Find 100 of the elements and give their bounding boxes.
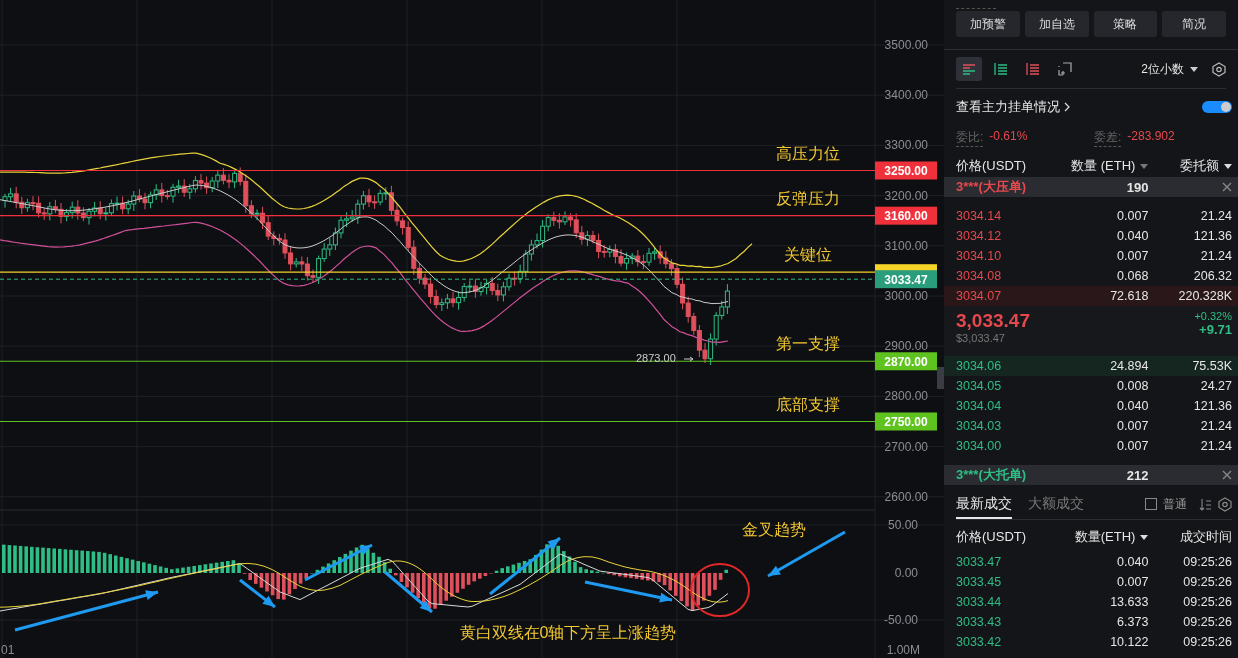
action-button[interactable]: 加自选 [1024,11,1089,37]
order-price: 3034.06 [956,359,1003,373]
trade-time: 09:25:26 [1182,635,1232,649]
order-amount: 121.36 [1192,229,1232,243]
level-note: 底部支撑 [776,395,840,413]
trade-quantity: 13.633 [1109,595,1149,609]
large-order-label: 3***(大托单) [956,466,1028,484]
change-percent: +0.32% [1194,310,1232,322]
trade-quantity: 0.040 [1116,555,1149,569]
stat-value: -283.902 [1127,129,1175,145]
order-amount: 24.27 [1199,379,1232,393]
low-price-label: 2873.00 [636,352,676,364]
order-row[interactable]: 3034.05 0.008 24.27 [944,376,1238,396]
order-amount: 206.32 [1192,269,1232,283]
main-orders-link[interactable]: 查看主力挂单情况 [956,98,1060,116]
decimals-dropdown[interactable]: 2位小数 [1141,60,1184,78]
stat-value: -0.61% [989,129,1028,145]
order-price: 3034.14 [956,209,1003,223]
order-row[interactable]: 3034.03 0.007 21.24 [944,416,1238,436]
axis-label: 2900.00 [884,339,928,354]
order-price: 3034.05 [956,379,1003,393]
order-quantity: 0.007 [1116,419,1149,433]
axis-label: 1.00M [886,643,920,657]
large-order-label: 3***(大压单) [956,178,1028,196]
trade-price: 3033.47 [956,555,1003,569]
order-quantity: 0.068 [1116,269,1149,283]
order-amount: 121.36 [1192,399,1232,413]
axis-label: 2700.00 [884,439,928,454]
order-row[interactable]: 3034.07 72.618 220.328K [944,286,1238,306]
axis-label: 3500.00 [884,38,928,52]
large-order-quantity: 212 [1125,467,1149,483]
order-row[interactable]: 3034.08 0.068 206.32 [944,266,1238,286]
level-note: 关键位 [784,246,832,264]
order-row[interactable]: 3034.06 24.894 75.53K [944,356,1238,376]
order-row[interactable]: 3034.00 0.007 21.24 [944,436,1238,456]
axis-label: 3000.00 [884,289,928,303]
trade-quantity: 6.373 [1116,615,1149,629]
trade-price: 3033.44 [956,595,1003,609]
order-quantity: 24.894 [1109,359,1149,373]
level-note: 反弹压力 [776,189,840,207]
order-price: 3034.04 [956,399,1003,413]
order-row[interactable]: 3034.10 0.007 21.24 [944,246,1238,266]
current-price-tag: 3033.47 [875,270,937,289]
axis-label: 3200.00 [884,188,928,203]
axis-label: 3100.00 [884,238,928,253]
order-quantity: 0.007 [1116,439,1149,453]
trade-price: 3033.43 [956,615,1003,629]
level-note: 高压力位 [776,144,840,162]
column-header[interactable]: 数量 (ETH) [1071,157,1136,175]
price-tag: 2870.00 [875,352,937,371]
action-button[interactable]: 简况 [1162,11,1226,37]
usd-price: $3,033.47 [956,332,1006,344]
trade-time: 09:25:26 [1182,555,1232,569]
column-header[interactable]: 价格(USDT) [956,157,1027,175]
order-quantity: 0.008 [1116,379,1149,393]
order-amount: 75.53K [1191,359,1232,373]
axis-label: 2800.00 [884,389,928,404]
order-price: 3034.08 [956,269,1003,283]
trade-tab[interactable]: 最新成交 [956,489,1012,519]
order-amount: 21.24 [1199,209,1232,223]
order-price: 3034.10 [956,249,1003,263]
column-header[interactable]: 成交时间 [1180,528,1232,546]
order-row[interactable]: 3034.14 0.007 21.24 [944,206,1238,226]
axis-label: 3400.00 [884,88,928,103]
trade-price: 3033.42 [956,635,1003,649]
stat-label: 委比: [956,129,984,147]
price-change: +9.71 [1199,322,1232,337]
order-row[interactable]: 3034.04 0.040 121.36 [944,396,1238,416]
axis-label: 3300.00 [884,138,928,153]
trade-time: 09:25:26 [1182,595,1232,609]
action-button[interactable]: 加预警 [956,11,1020,37]
order-quantity: 72.618 [1109,289,1149,303]
order-amount: 220.328K [1177,289,1232,303]
level-note: 第一支撑 [776,335,840,353]
action-button[interactable]: 策略 [1093,11,1158,37]
checkbox-label: 普通 [1163,495,1187,513]
axis-label: 2600.00 [884,489,928,504]
order-price: 3034.03 [956,419,1003,433]
column-header[interactable]: 委托额 [1180,157,1219,175]
trade-time: 09:25:26 [1182,615,1232,629]
trade-price: 3033.45 [956,575,1003,589]
column-header[interactable]: 价格(USDT) [956,528,1027,546]
order-amount: 21.24 [1199,439,1232,453]
order-amount: 21.24 [1199,419,1232,433]
order-quantity: 0.040 [1116,229,1149,243]
column-header[interactable]: 数量(ETH) [1074,528,1136,546]
order-quantity: 0.040 [1116,399,1149,413]
last-price: 3,033.47 [956,310,1030,332]
order-quantity: 0.007 [1116,209,1149,223]
order-row[interactable]: 3034.12 0.040 121.36 [944,226,1238,246]
order-price: 3034.12 [956,229,1003,243]
trade-time: 09:25:26 [1182,575,1232,589]
trade-quantity: 10.122 [1109,635,1149,649]
axis-label: 0.00 [894,565,918,580]
trade-quantity: 0.007 [1116,575,1149,589]
time-label: 01 [1,643,15,657]
annotation-text: 金叉趋势 [742,521,806,538]
order-price: 3034.00 [956,439,1003,453]
trade-tab[interactable]: 大额成交 [1028,489,1084,519]
axis-label: 50.00 [887,518,918,532]
